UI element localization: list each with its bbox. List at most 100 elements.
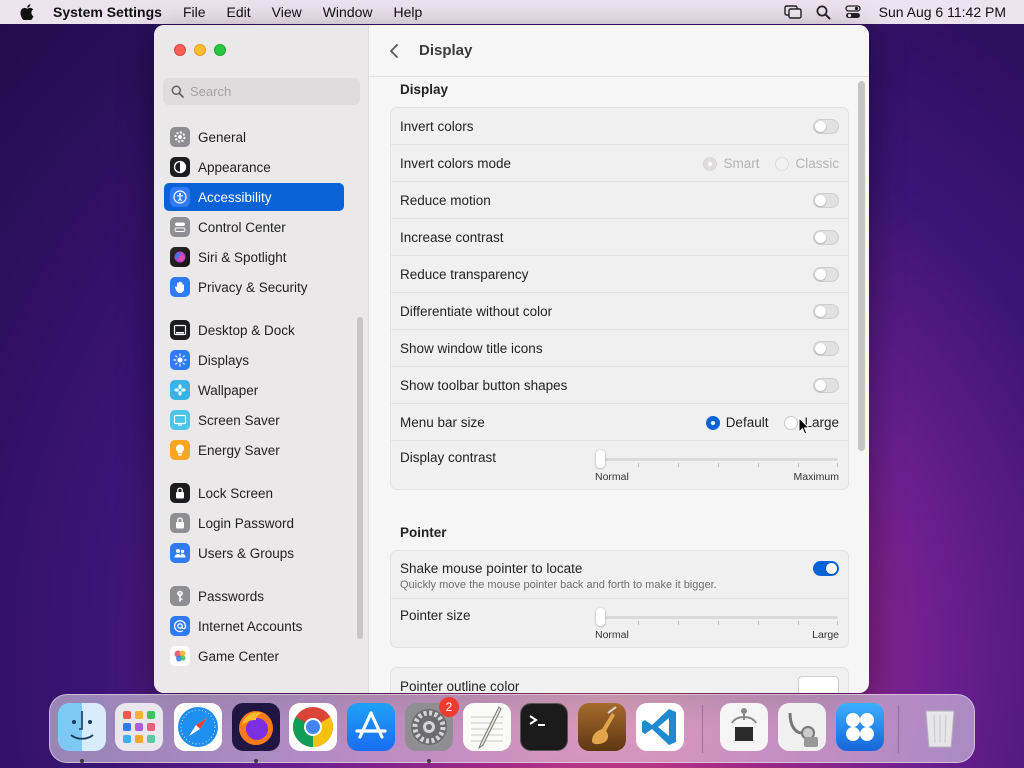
screen-mirroring-icon[interactable] <box>783 5 802 19</box>
pointer-color-group: Pointer outline color <box>390 667 849 693</box>
sidebar-scrollbar[interactable] <box>357 317 363 639</box>
differentiate-without-color-toggle[interactable] <box>813 304 839 319</box>
menu-bar-default-radio[interactable]: Default <box>705 415 768 430</box>
sidebar-item-energy-saver[interactable]: Energy Saver <box>164 436 344 464</box>
menu-edit[interactable]: Edit <box>227 4 251 20</box>
row-pointer-size: Pointer size Normal Large <box>391 599 848 647</box>
sidebar-item-siri-spotlight[interactable]: Siri & Spotlight <box>164 243 344 271</box>
menu-help[interactable]: Help <box>394 4 423 20</box>
control-center-icon[interactable] <box>844 5 861 19</box>
dock-separator <box>898 705 899 753</box>
system-settings-window: Search General Appearance Accessibility <box>154 25 869 693</box>
invert-mode-radio-group: Smart Classic <box>703 145 839 182</box>
sidebar-item-screen-saver[interactable]: Screen Saver <box>164 406 344 434</box>
safari-icon[interactable] <box>174 703 222 751</box>
app-store-icon[interactable] <box>347 703 395 751</box>
sidebar-item-label: Internet Accounts <box>198 618 303 634</box>
vscode-icon[interactable] <box>636 703 684 751</box>
sidebar-item-desktop-dock[interactable]: Desktop & Dock <box>164 316 344 344</box>
slider-thumb[interactable] <box>596 450 605 468</box>
row-pointer-outline-color: Pointer outline color <box>391 668 848 693</box>
sun-icon <box>170 350 190 370</box>
game-center-icon <box>170 646 190 666</box>
menu-app-name[interactable]: System Settings <box>53 4 162 20</box>
show-toolbar-button-shapes-toggle[interactable] <box>813 378 839 393</box>
invert-colors-label: Invert colors <box>400 118 474 134</box>
chrome-icon[interactable] <box>289 703 337 751</box>
sidebar-item-label: Accessibility <box>198 189 272 205</box>
pointer-size-slider[interactable]: Normal Large <box>595 606 840 642</box>
spotlight-search-icon[interactable] <box>816 5 831 20</box>
minimize-window-button[interactable] <box>194 44 206 56</box>
show-window-title-icons-toggle[interactable] <box>813 341 839 356</box>
lock-icon <box>170 483 190 503</box>
sidebar-item-users-groups[interactable]: Users & Groups <box>164 539 344 567</box>
pointer-outline-color-well[interactable] <box>798 676 839 693</box>
back-button[interactable] <box>389 42 403 60</box>
terminal-icon[interactable] <box>520 703 568 751</box>
sidebar-item-login-password[interactable]: Login Password <box>164 509 344 537</box>
slider-tick <box>837 621 838 625</box>
sidebar-item-accessibility[interactable]: Accessibility <box>164 183 344 211</box>
sidebar-item-lock-screen[interactable]: Lock Screen <box>164 479 344 507</box>
sidebar-item-label: Screen Saver <box>198 412 280 428</box>
disk-utility-icon[interactable] <box>778 703 826 751</box>
pointer-settings-group: Shake mouse pointer to locate Quickly mo… <box>390 550 849 648</box>
invert-mode-smart-radio[interactable]: Smart <box>703 156 759 171</box>
search-placeholder: Search <box>190 84 232 99</box>
sidebar-item-privacy-security[interactable]: Privacy & Security <box>164 273 344 301</box>
finder-icon[interactable] <box>58 703 106 751</box>
sidebar-item-control-center[interactable]: Control Center <box>164 213 344 241</box>
chevron-left-icon <box>390 44 398 58</box>
running-indicator <box>427 759 431 763</box>
sidebar-item-label: Desktop & Dock <box>198 322 295 338</box>
shake-to-locate-toggle[interactable] <box>813 561 839 576</box>
textedit-icon[interactable] <box>463 703 511 751</box>
mouse-cursor-icon <box>798 416 811 435</box>
trash-icon[interactable] <box>916 703 964 751</box>
sidebar-item-displays[interactable]: Displays <box>164 346 344 374</box>
display-contrast-slider[interactable]: Normal Maximum <box>595 448 840 484</box>
menu-window[interactable]: Window <box>323 4 373 20</box>
menu-file[interactable]: File <box>183 4 206 20</box>
display-settings-group: Invert colors Invert colors mode Smart C… <box>390 107 849 490</box>
title-bar: Display <box>369 25 869 77</box>
menu-view[interactable]: View <box>272 4 302 20</box>
unknown-app-icon[interactable] <box>836 703 884 751</box>
apple-menu-icon[interactable] <box>20 4 34 20</box>
sidebar-item-passwords[interactable]: Passwords <box>164 582 344 610</box>
system-information-icon[interactable] <box>720 703 768 751</box>
sidebar-item-game-center[interactable]: Game Center <box>164 642 344 670</box>
zoom-window-button[interactable] <box>214 44 226 56</box>
sidebar-item-label: Users & Groups <box>198 545 295 561</box>
slider-thumb[interactable] <box>596 608 605 626</box>
sidebar-item-appearance[interactable]: Appearance <box>164 153 344 181</box>
close-window-button[interactable] <box>174 44 186 56</box>
lock-icon <box>170 513 190 533</box>
launchpad-icon[interactable] <box>115 703 163 751</box>
system-settings-icon[interactable]: 2 <box>405 697 459 751</box>
slider-tick <box>758 621 759 625</box>
main-scrollbar[interactable] <box>858 81 865 451</box>
invert-colors-toggle[interactable] <box>813 119 839 134</box>
menu-bar-large-radio[interactable]: Large <box>784 415 839 430</box>
sidebar-item-label: Lock Screen <box>198 485 274 501</box>
firefox-icon[interactable] <box>232 703 280 751</box>
instruments-icon[interactable] <box>578 703 626 751</box>
reduce-motion-toggle[interactable] <box>813 193 839 208</box>
invert-mode-classic-radio[interactable]: Classic <box>775 156 839 171</box>
slider-tick <box>798 463 799 467</box>
row-shake-to-locate: Shake mouse pointer to locate Quickly mo… <box>391 551 848 599</box>
menu-clock[interactable]: Sun Aug 6 11:42 PM <box>879 4 1006 20</box>
sidebar-item-general[interactable]: General <box>164 123 344 151</box>
gear-icon <box>170 127 190 147</box>
sidebar-item-wallpaper[interactable]: Wallpaper <box>164 376 344 404</box>
reduce-transparency-toggle[interactable] <box>813 267 839 282</box>
sidebar-item-internet-accounts[interactable]: Internet Accounts <box>164 612 344 640</box>
key-icon <box>170 586 190 606</box>
page-title: Display <box>419 42 473 59</box>
row-reduce-motion: Reduce motion <box>391 182 848 219</box>
increase-contrast-toggle[interactable] <box>813 230 839 245</box>
search-field[interactable]: Search <box>163 78 360 105</box>
radio-dot <box>784 415 799 430</box>
